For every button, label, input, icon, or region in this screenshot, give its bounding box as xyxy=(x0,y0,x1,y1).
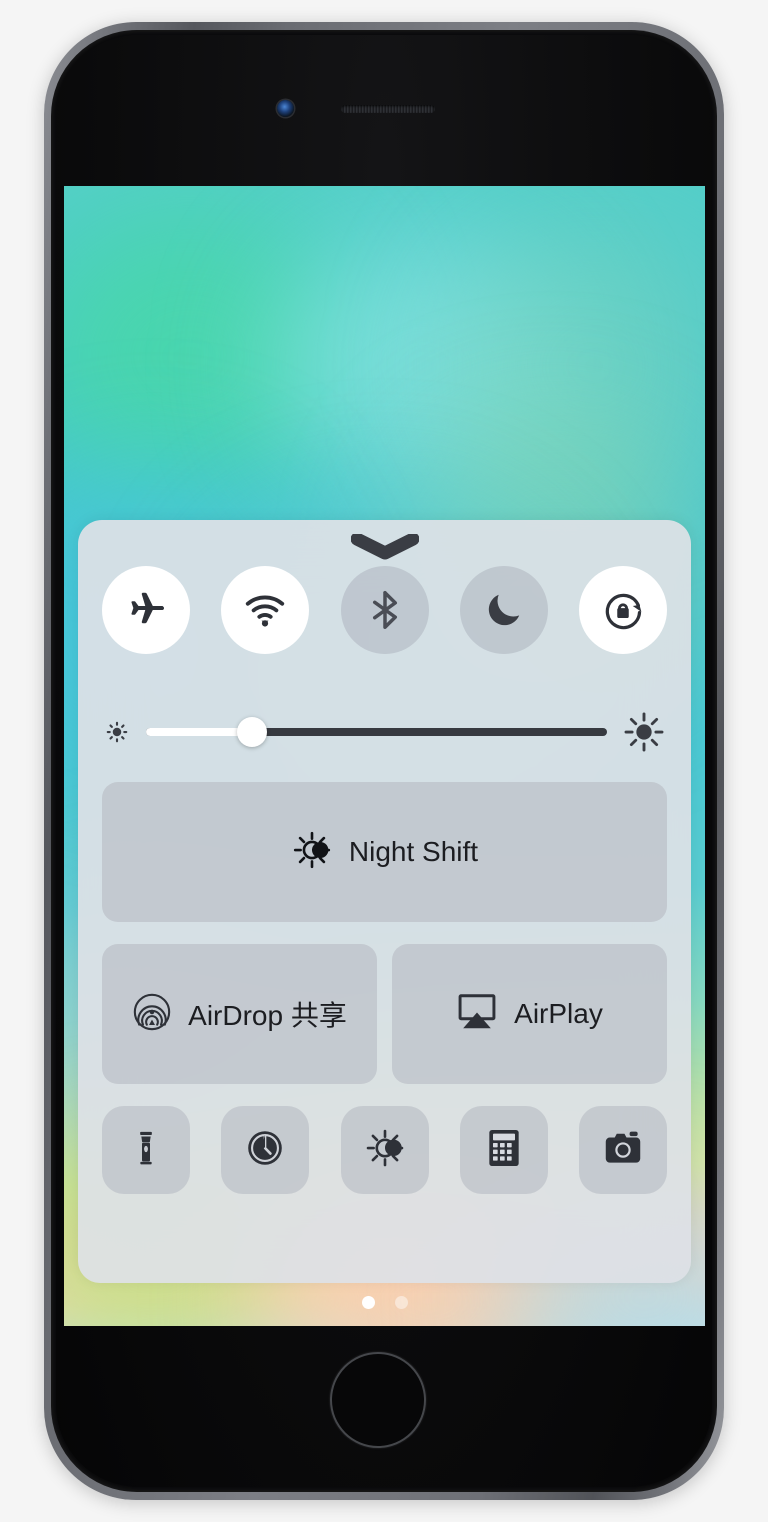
page-indicator xyxy=(64,1296,705,1309)
rotation-lock-icon xyxy=(600,587,646,633)
flashlight-shortcut[interactable] xyxy=(102,1106,190,1194)
sun-large-icon xyxy=(621,709,667,755)
do-not-disturb-toggle[interactable] xyxy=(459,566,548,654)
camera-icon xyxy=(601,1129,645,1172)
brightness-thumb[interactable] xyxy=(237,717,268,747)
toggle-row xyxy=(78,566,691,654)
shortcut-row xyxy=(78,1106,691,1194)
page-dot-2[interactable] xyxy=(394,1296,408,1309)
brightness-track[interactable] xyxy=(146,717,607,747)
calculator-icon xyxy=(485,1128,523,1173)
airplane-icon xyxy=(124,588,168,632)
airdrop-card[interactable]: AirDrop 共享 xyxy=(102,944,377,1084)
airplay-card[interactable]: AirPlay xyxy=(392,944,667,1084)
bluetooth-icon xyxy=(363,588,407,632)
airdrop-icon xyxy=(132,992,172,1037)
phone-screen: Night Shift AirDrop 共享 AirPlay xyxy=(64,186,705,1326)
airdrop-label: AirDrop 共享 xyxy=(188,1000,347,1031)
home-button[interactable] xyxy=(330,1352,426,1448)
airplay-icon xyxy=(456,993,498,1036)
night-shift-card[interactable]: Night Shift xyxy=(102,782,667,922)
wifi-toggle[interactable] xyxy=(221,566,310,654)
timer-icon xyxy=(244,1127,286,1174)
airplane-mode-toggle[interactable] xyxy=(102,566,190,654)
control-center-panel: Night Shift AirDrop 共享 AirPlay xyxy=(78,520,691,1283)
airplay-label: AirPlay xyxy=(514,998,603,1029)
calculator-shortcut[interactable] xyxy=(459,1106,548,1194)
night-shift-label: Night Shift xyxy=(348,836,479,867)
sun-small-icon xyxy=(102,717,132,747)
wifi-icon xyxy=(243,588,287,632)
earpiece-speaker-icon xyxy=(341,105,435,113)
front-camera-icon xyxy=(277,100,294,117)
bluetooth-toggle[interactable] xyxy=(340,566,429,654)
chevron-down-icon[interactable] xyxy=(350,532,419,565)
timer-shortcut[interactable] xyxy=(221,1106,310,1194)
rotation-lock-toggle[interactable] xyxy=(579,566,667,654)
flashlight-icon xyxy=(126,1128,166,1173)
sun-moon-icon xyxy=(364,1127,406,1174)
screenshot-stage: Night Shift AirDrop 共享 AirPlay xyxy=(0,0,768,1522)
brightness-slider[interactable] xyxy=(78,702,691,762)
camera-shortcut[interactable] xyxy=(579,1106,667,1194)
moon-icon xyxy=(482,588,526,632)
night-shift-shortcut[interactable] xyxy=(340,1106,429,1194)
night-shift-icon xyxy=(291,829,333,876)
page-dot-1[interactable] xyxy=(361,1296,375,1309)
